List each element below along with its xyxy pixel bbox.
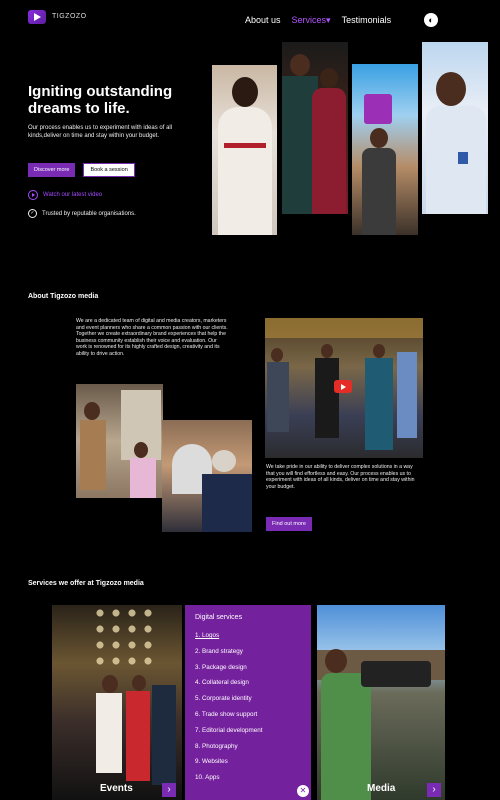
about-photo-team-working <box>162 420 252 532</box>
digital-service-item[interactable]: 6. Trade show support <box>195 707 263 723</box>
hero-photo-child-with-bucket <box>352 64 418 235</box>
book-session-button[interactable]: Book a session <box>83 163 135 177</box>
hero-description: Our process enables us to experiment wit… <box>28 125 173 139</box>
digital-service-item[interactable]: 4. Collateral design <box>195 675 263 691</box>
nav-services[interactable]: Services▾ <box>292 15 331 26</box>
about-paragraph-2: We take pride in our ability to deliver … <box>266 464 415 490</box>
about-heading: About Tigzozo media <box>28 293 99 300</box>
nav-about-us[interactable]: About us <box>245 15 281 26</box>
trusted-note: ✓ Trusted by reputable organisations. <box>28 209 136 218</box>
watch-video-link[interactable]: Watch our latest video <box>28 190 102 200</box>
chevron-right-icon[interactable]: › <box>162 783 176 797</box>
digital-service-item[interactable]: 7. Editorial development <box>195 723 263 739</box>
hero-title: Igniting outstanding dreams to life. <box>28 83 173 117</box>
service-events-label: Events <box>100 783 133 794</box>
logo[interactable]: TIGZOZO <box>28 10 87 24</box>
digital-service-item[interactable]: 9. Websites <box>195 754 263 770</box>
hero-buttons: Discover more Book a session <box>28 163 135 177</box>
youtube-play-icon[interactable] <box>334 380 352 393</box>
chevron-down-icon: ▾ <box>326 15 331 25</box>
play-circle-icon <box>28 190 38 200</box>
digital-service-item[interactable]: 10. Apps <box>195 770 263 786</box>
logo-text: TIGZOZO <box>52 13 87 20</box>
digital-services-list: 1. Logos 2. Brand strategy 3. Package de… <box>195 628 263 786</box>
digital-service-item[interactable]: 8. Photography <box>195 739 263 755</box>
nav-testimonials[interactable]: Testimonials <box>342 15 392 26</box>
chevron-right-icon[interactable]: › <box>427 783 441 797</box>
watch-video-label: Watch our latest video <box>43 192 103 198</box>
hero-photo-couple <box>282 42 348 214</box>
logo-play-icon <box>28 10 46 24</box>
digital-service-item[interactable]: 3. Package design <box>195 660 263 676</box>
hero-photo-boy-in-blazer <box>422 42 488 214</box>
main-nav: About us Services▾ Testimonials <box>245 15 391 26</box>
about-paragraph-1: We are a dedicated team of digital and m… <box>76 318 228 357</box>
close-icon[interactable]: ✕ <box>297 785 309 797</box>
services-heading: Services we offer at Tigzozo media <box>28 580 144 587</box>
find-out-more-button[interactable]: Find out more <box>266 517 312 531</box>
digital-service-item[interactable]: 2. Brand strategy <box>195 644 263 660</box>
theme-toggle-icon[interactable]: ◐ <box>424 13 438 27</box>
service-card-media[interactable]: Media › <box>317 605 445 800</box>
about-photo-children-with-sacks <box>76 384 163 498</box>
digital-services-title: Digital services <box>195 614 243 621</box>
hero-photo-woman-white-dress <box>212 65 277 235</box>
check-circle-icon: ✓ <box>28 209 37 218</box>
discover-more-button[interactable]: Discover more <box>28 163 76 177</box>
digital-service-item[interactable]: 5. Corporate identity <box>195 691 263 707</box>
service-card-events[interactable]: Events › <box>52 605 182 800</box>
trusted-label: Trusted by reputable organisations. <box>42 210 136 217</box>
digital-service-item[interactable]: 1. Logos <box>195 628 263 644</box>
service-media-label: Media <box>367 783 396 794</box>
